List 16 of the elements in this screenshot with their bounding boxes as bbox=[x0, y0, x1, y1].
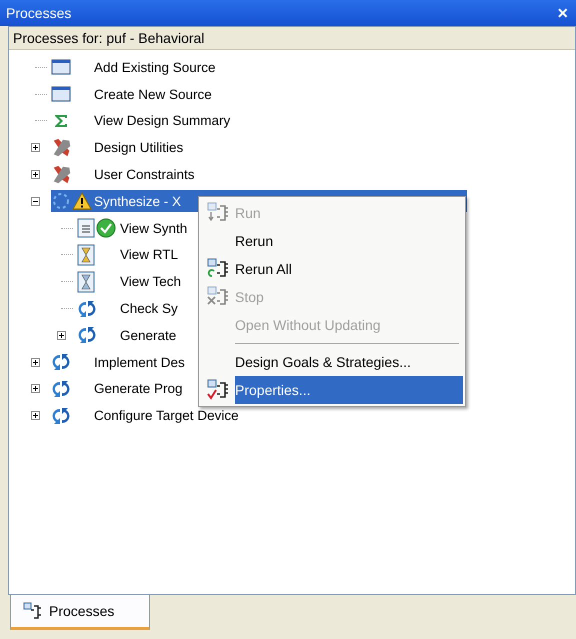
tree-item-label: Design Utilities bbox=[94, 140, 184, 156]
panel-header: Processes for: puf - Behavioral bbox=[9, 27, 575, 50]
tree-item-label: Generate Prog bbox=[94, 381, 183, 396]
tree-item-label: Implement Des bbox=[94, 354, 185, 370]
tree-item-label: View RTL bbox=[120, 247, 178, 262]
tree-item-label: View Design Summary bbox=[94, 113, 230, 128]
window-title: Processes bbox=[6, 5, 72, 21]
tree-item-label: View Synth bbox=[120, 220, 188, 236]
tree-item-label: Add Existing Source bbox=[94, 60, 216, 75]
tree-item-label: Configure Target Device bbox=[94, 408, 239, 424]
tree-item-label: User Constraints bbox=[94, 167, 195, 182]
tree-item-label: Synthesize - X bbox=[94, 194, 182, 209]
tree-item-label: Check Sy bbox=[120, 301, 178, 316]
tree-item-label: View Tech bbox=[120, 274, 182, 290]
tree-item-label: Create New Source bbox=[94, 86, 212, 102]
tree-item-label: Generate bbox=[120, 328, 176, 343]
